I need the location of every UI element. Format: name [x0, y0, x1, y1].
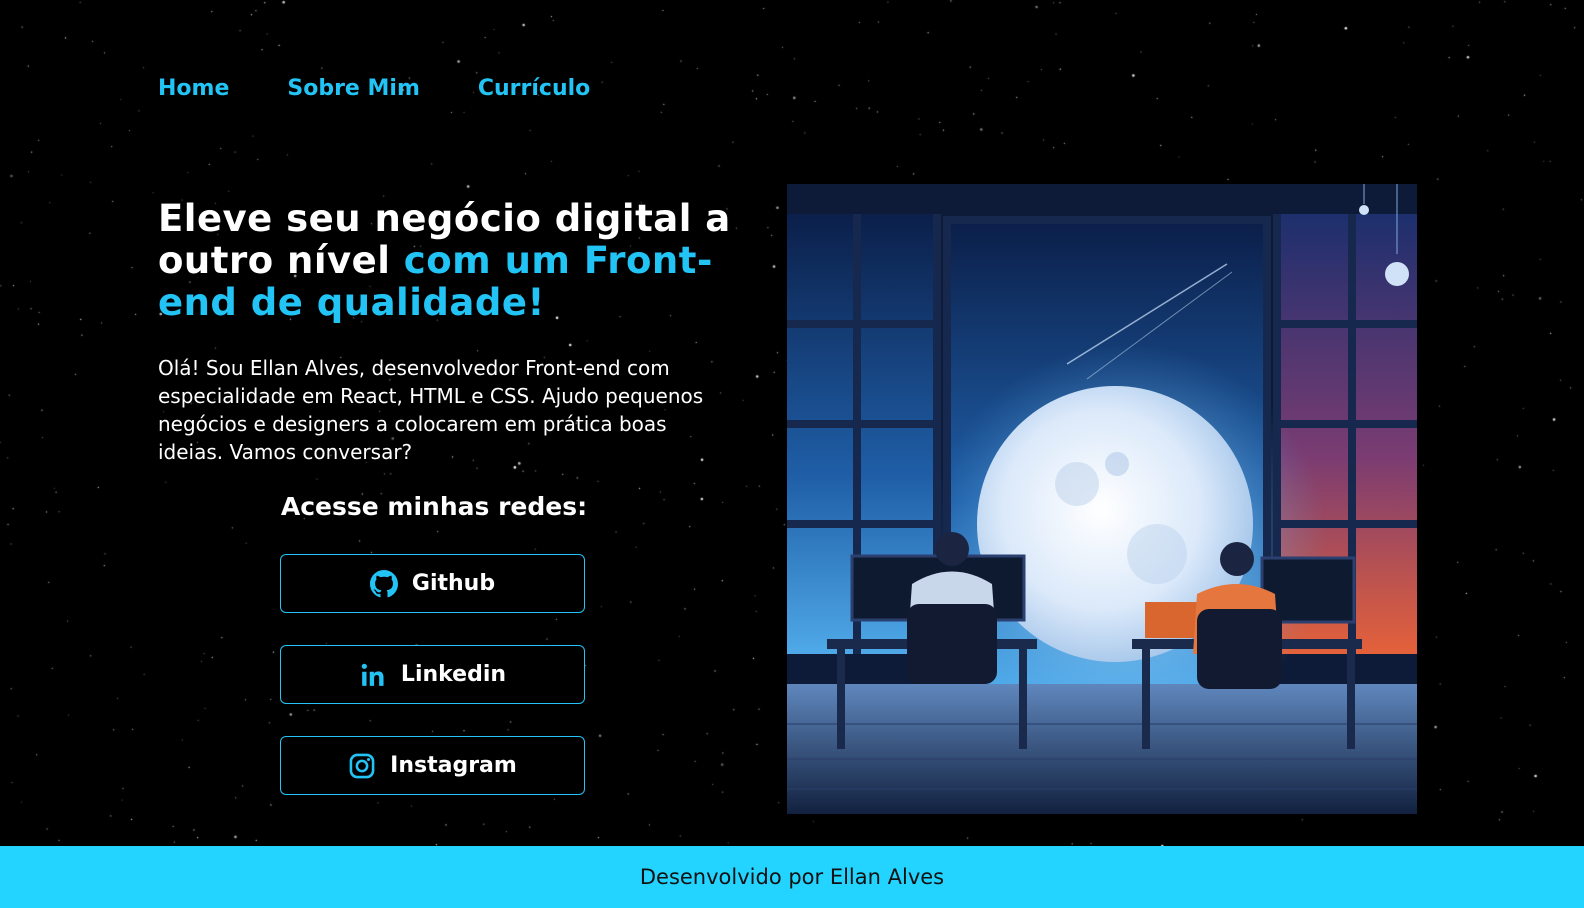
main-nav: Home Sobre Mim Currículo — [158, 76, 590, 101]
hero-illustration — [787, 184, 1417, 814]
nav-resume[interactable]: Currículo — [478, 76, 590, 101]
instagram-icon — [348, 752, 376, 780]
github-button[interactable]: Github — [280, 554, 585, 613]
github-label: Github — [411, 571, 496, 596]
linkedin-button[interactable]: Linkedin — [280, 645, 585, 704]
instagram-button[interactable]: Instagram — [280, 736, 585, 795]
nav-home[interactable]: Home — [158, 76, 229, 101]
nav-about[interactable]: Sobre Mim — [287, 76, 420, 101]
github-icon — [369, 569, 398, 598]
footer-text: Desenvolvido por Ellan Alves — [639, 865, 945, 889]
intro-text: Olá! Sou Ellan Alves, desenvolvedor Fron… — [158, 356, 704, 464]
page: Home Sobre Mim Currículo Eleve seu negóc… — [0, 0, 1584, 908]
hero-headline: Eleve seu negócio digital a outro nível … — [158, 198, 738, 324]
footer: Desenvolvido por Ellan Alves — [0, 846, 1584, 908]
networks-title: Acesse minhas redes: — [280, 492, 588, 521]
linkedin-icon — [359, 661, 387, 689]
linkedin-label: Linkedin — [400, 662, 507, 687]
instagram-label: Instagram — [390, 753, 517, 778]
